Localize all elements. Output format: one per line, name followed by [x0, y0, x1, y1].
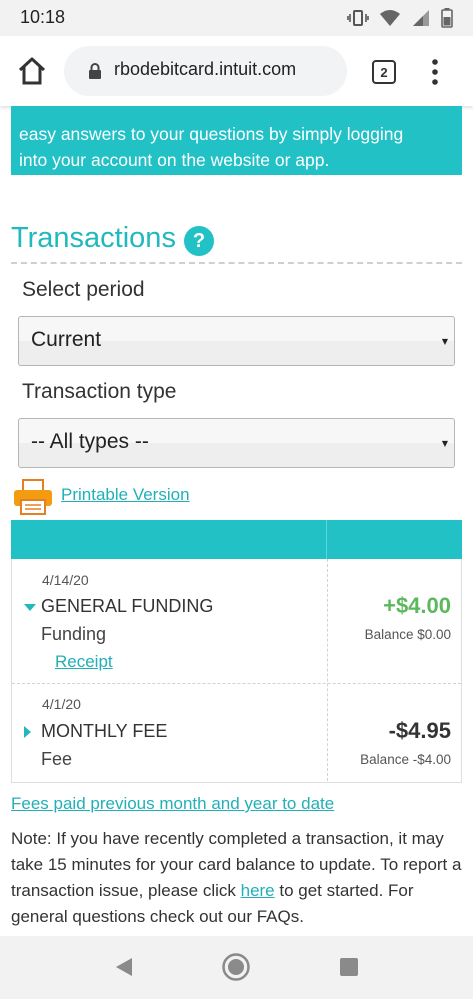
header-column-divider: [326, 520, 327, 559]
status-time: 10:18: [20, 7, 66, 27]
printer-icon[interactable]: [12, 478, 54, 516]
transaction-name[interactable]: MONTHLY FEE: [41, 721, 167, 742]
printable-version-link[interactable]: Printable Version: [61, 485, 190, 505]
transaction-type-label: Transaction type: [22, 380, 177, 403]
fees-paid-link[interactable]: Fees paid previous month and year to dat…: [11, 794, 334, 814]
url-text: rbodebitcard.intuit.com: [114, 59, 297, 79]
banner-line-2: into your account on the website or app.: [19, 150, 330, 170]
transaction-category: Funding: [41, 624, 107, 644]
note-text: Note: If you have recently completed a t…: [11, 826, 466, 930]
transaction-amount: +$4.00: [383, 593, 451, 618]
transaction-type-select[interactable]: -- All types -- ▼: [18, 418, 455, 468]
report-issue-link[interactable]: here: [241, 881, 275, 900]
status-icons: [347, 8, 453, 28]
wifi-icon: [380, 10, 400, 26]
banner-line-1: easy answers to your questions by simply…: [19, 124, 404, 144]
transaction-balance: Balance -$4.00: [360, 752, 451, 767]
row-divider: [12, 683, 461, 684]
recents-icon[interactable]: [339, 957, 359, 977]
table-header: [11, 520, 462, 559]
browser-toolbar: rbodebitcard.intuit.com 2: [0, 36, 473, 106]
overflow-menu-icon[interactable]: [430, 58, 440, 86]
vibrate-icon: [347, 10, 369, 26]
transaction-category: Fee: [41, 749, 73, 769]
heading-divider: [11, 262, 462, 264]
caret-right-icon[interactable]: [24, 726, 31, 738]
lock-icon: [89, 63, 101, 79]
signal-icon: [413, 10, 429, 26]
period-select[interactable]: Current ▼: [18, 316, 455, 366]
home-nav-icon[interactable]: [221, 952, 251, 982]
transaction-amount: -$4.95: [388, 718, 451, 743]
column-divider: [327, 559, 329, 781]
transactions-heading: Transactions: [11, 222, 176, 254]
chevron-down-icon: ▼: [441, 337, 448, 346]
transaction-balance: Balance $0.00: [364, 627, 451, 642]
select-period-label: Select period: [22, 278, 145, 301]
back-icon[interactable]: [113, 956, 135, 978]
chevron-down-icon: ▼: [441, 439, 448, 448]
status-bar: 10:18: [0, 0, 473, 36]
transactions-table: 4/14/20 GENERAL FUNDING Funding Receipt …: [11, 559, 462, 783]
home-icon[interactable]: [16, 56, 48, 86]
receipt-link[interactable]: Receipt: [55, 652, 113, 672]
system-navigation-bar: [0, 936, 473, 999]
info-banner: easy answers to your questions by simply…: [11, 106, 462, 175]
transaction-name[interactable]: GENERAL FUNDING: [41, 596, 213, 617]
transaction-date: 4/14/20: [42, 572, 89, 588]
banner-cut-text: [19, 106, 454, 121]
transaction-date: 4/1/20: [42, 696, 81, 712]
period-select-value: Current: [31, 328, 102, 351]
address-bar[interactable]: rbodebitcard.intuit.com: [64, 46, 347, 96]
help-icon[interactable]: ?: [184, 226, 214, 256]
type-select-value: -- All types --: [31, 430, 149, 453]
caret-down-icon[interactable]: [24, 604, 36, 611]
tab-switcher-button[interactable]: 2: [372, 60, 396, 84]
battery-icon: [441, 8, 453, 28]
